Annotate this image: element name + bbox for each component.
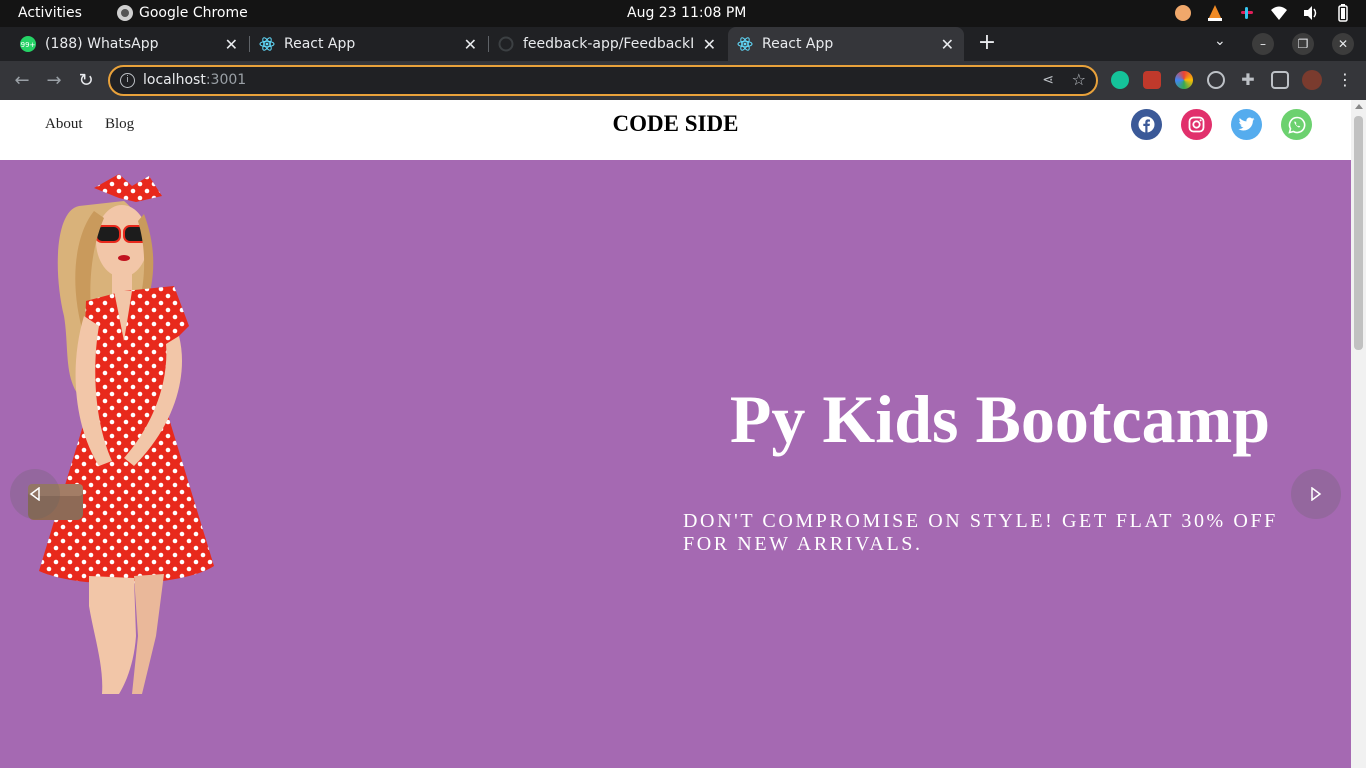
close-tab-icon[interactable]: ✕	[225, 35, 238, 54]
browser-toolbar: ← → ↻ i localhost:3001 ⋖ ☆	[0, 61, 1366, 100]
react-icon	[737, 37, 753, 51]
right-arrow-icon	[1311, 487, 1322, 501]
instagram-icon[interactable]	[1181, 109, 1212, 140]
tab-divider	[249, 36, 250, 52]
whatsapp-glyph-icon	[1287, 116, 1305, 134]
color-picker-extension-icon[interactable]	[1175, 71, 1193, 89]
restore-button[interactable]: ❐	[1292, 33, 1314, 55]
url-text[interactable]: localhost:3001	[143, 72, 246, 88]
twitter-icon[interactable]	[1231, 109, 1262, 140]
system-tray[interactable]	[1174, 4, 1352, 22]
page-scrollbar[interactable]	[1351, 100, 1366, 768]
tab-title: (188) WhatsApp	[45, 36, 159, 52]
chrome-menu-icon[interactable]: ⋮	[1336, 71, 1354, 89]
site-info-icon[interactable]: i	[120, 73, 135, 88]
tab-divider	[488, 36, 489, 52]
extensions-puzzle-icon[interactable]: ✚	[1239, 71, 1257, 89]
os-top-bar: Activities Google Chrome Aug 23 11:08 PM	[0, 0, 1366, 27]
facebook-glyph-icon	[1138, 116, 1155, 133]
site-navbar: About Blog CODE SIDE	[0, 100, 1351, 160]
tab-title: React App	[284, 36, 356, 52]
left-arrow-icon	[29, 487, 40, 501]
tab-title: feedback-app/FeedbackL	[523, 36, 693, 52]
tray-app-icon[interactable]	[1174, 4, 1192, 22]
side-panel-icon[interactable]	[1271, 71, 1289, 89]
activities-button[interactable]: Activities	[18, 5, 82, 21]
back-button[interactable]: ←	[10, 69, 34, 93]
minimize-button[interactable]: –	[1252, 33, 1274, 55]
whatsapp-icon: 99+	[20, 36, 36, 52]
github-icon	[498, 36, 514, 52]
instagram-glyph-icon	[1188, 116, 1205, 133]
profile-avatar[interactable]	[1302, 70, 1322, 90]
vlc-icon[interactable]	[1206, 4, 1224, 22]
carousel-prev-button[interactable]	[10, 469, 60, 519]
clock[interactable]: Aug 23 11:08 PM	[627, 5, 746, 21]
tab-title: React App	[762, 36, 834, 52]
tab-react-app-active[interactable]: React App ✕	[728, 27, 964, 61]
hero-title: Py Kids Bootcamp	[729, 381, 1271, 457]
target-extension-icon[interactable]	[1207, 71, 1225, 89]
wifi-icon[interactable]	[1270, 4, 1288, 22]
close-tab-icon[interactable]: ✕	[941, 35, 954, 54]
tab-search-chevron-icon[interactable]: ⌄	[1214, 33, 1226, 49]
new-tab-button[interactable]: +	[977, 32, 997, 54]
tab-whatsapp[interactable]: 99+ (188) WhatsApp ✕	[12, 27, 248, 61]
app-menu[interactable]: Google Chrome	[117, 5, 248, 21]
tab-github-feedback-app[interactable]: feedback-app/FeedbackL ✕	[490, 27, 726, 61]
volume-icon[interactable]	[1302, 4, 1320, 22]
close-tab-icon[interactable]: ✕	[703, 35, 716, 54]
forward-button[interactable]: →	[42, 69, 66, 93]
close-window-button[interactable]: ✕	[1332, 33, 1354, 55]
svg-text:99+: 99+	[21, 41, 36, 49]
scroll-up-arrow-icon[interactable]	[1355, 104, 1363, 109]
bookmark-star-icon[interactable]: ☆	[1072, 70, 1086, 89]
address-bar[interactable]: i localhost:3001 ⋖ ☆	[108, 65, 1098, 96]
tab-react-app[interactable]: React App ✕	[251, 27, 487, 61]
slack-icon[interactable]	[1238, 4, 1256, 22]
chrome-icon	[117, 5, 133, 21]
grammarly-icon[interactable]	[1111, 71, 1129, 89]
web-page: About Blog CODE SIDE Py Kids Bootcamp DO…	[0, 100, 1351, 768]
share-icon[interactable]: ⋖	[1042, 72, 1054, 88]
battery-icon[interactable]	[1334, 4, 1352, 22]
hero-model-image	[28, 174, 214, 694]
scrollbar-thumb[interactable]	[1354, 116, 1363, 350]
reload-button[interactable]: ↻	[74, 69, 98, 93]
extension-icon[interactable]	[1143, 71, 1161, 89]
twitter-glyph-icon	[1238, 117, 1255, 131]
url-host: localhost	[143, 72, 206, 88]
tab-strip: 99+ (188) WhatsApp ✕ React App ✕ feedbac…	[0, 27, 1366, 61]
whatsapp-icon[interactable]	[1281, 109, 1312, 140]
hero-subtitle: DON'T COMPROMISE ON STYLE! GET FLAT 30% …	[683, 510, 1278, 555]
app-menu-label: Google Chrome	[139, 5, 248, 21]
url-port: :3001	[205, 72, 247, 88]
react-icon	[259, 37, 275, 51]
close-tab-icon[interactable]: ✕	[464, 35, 477, 54]
facebook-icon[interactable]	[1131, 109, 1162, 140]
